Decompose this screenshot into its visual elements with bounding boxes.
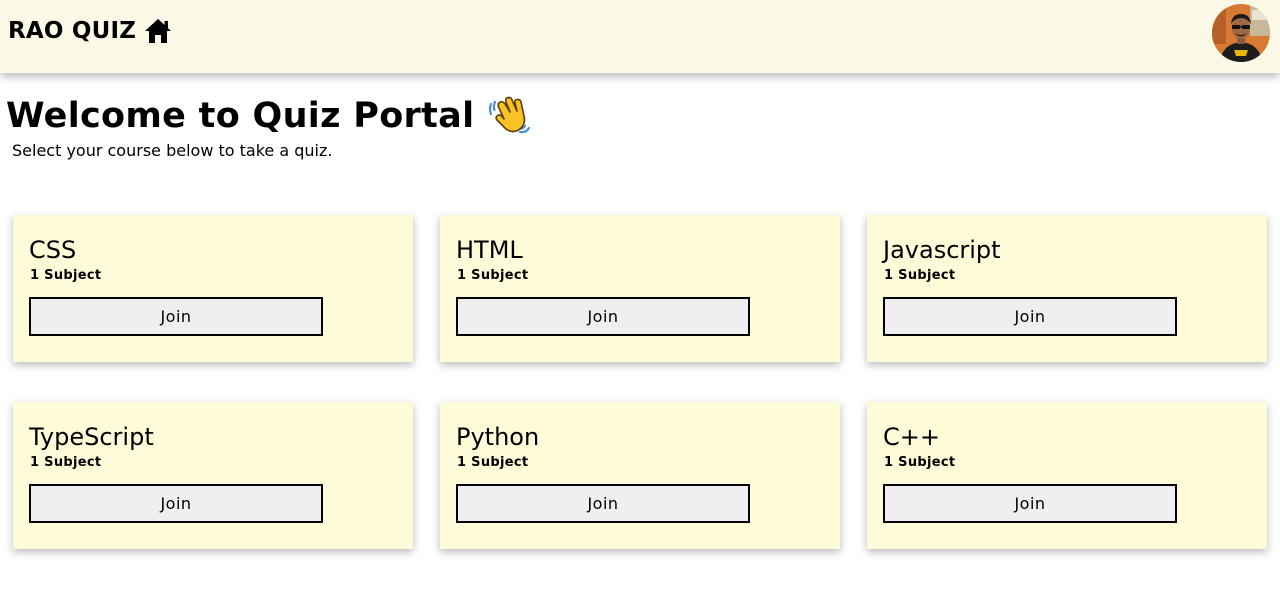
avatar[interactable] <box>1212 4 1270 62</box>
home-icon <box>144 18 172 44</box>
course-card-html: HTML 1 Subject Join <box>440 215 840 362</box>
page-subtitle: Select your course below to take a quiz. <box>12 141 333 160</box>
course-title: TypeScript <box>29 423 154 451</box>
join-button[interactable]: Join <box>456 297 750 336</box>
course-title: HTML <box>456 236 523 264</box>
subject-count: 1 Subject <box>457 455 529 470</box>
course-card-cpp: C++ 1 Subject Join <box>867 402 1267 549</box>
welcome-heading-row: Welcome to Quiz Portal <box>6 94 531 138</box>
join-button[interactable]: Join <box>29 297 323 336</box>
page-title: Welcome to Quiz Portal <box>6 96 475 136</box>
course-card-typescript: TypeScript 1 Subject Join <box>13 402 413 549</box>
course-title: CSS <box>29 236 77 264</box>
join-button[interactable]: Join <box>883 484 1177 523</box>
join-button[interactable]: Join <box>883 297 1177 336</box>
course-card-css: CSS 1 Subject Join <box>13 215 413 362</box>
waving-hand-icon <box>488 94 531 138</box>
course-title: Javascript <box>883 236 1001 264</box>
subject-count: 1 Subject <box>30 455 102 470</box>
subject-count: 1 Subject <box>884 455 956 470</box>
join-button[interactable]: Join <box>456 484 750 523</box>
subject-count: 1 Subject <box>457 268 529 283</box>
subject-count: 1 Subject <box>30 268 102 283</box>
course-card-javascript: Javascript 1 Subject Join <box>867 215 1267 362</box>
brand-home-link[interactable]: RAO QUIZ <box>8 18 172 44</box>
subject-count: 1 Subject <box>884 268 956 283</box>
course-card-python: Python 1 Subject Join <box>440 402 840 549</box>
join-button[interactable]: Join <box>29 484 323 523</box>
brand-title: RAO QUIZ <box>8 18 137 44</box>
course-title: C++ <box>883 423 940 451</box>
course-title: Python <box>456 423 540 451</box>
top-navbar: RAO QUIZ <box>0 0 1280 73</box>
